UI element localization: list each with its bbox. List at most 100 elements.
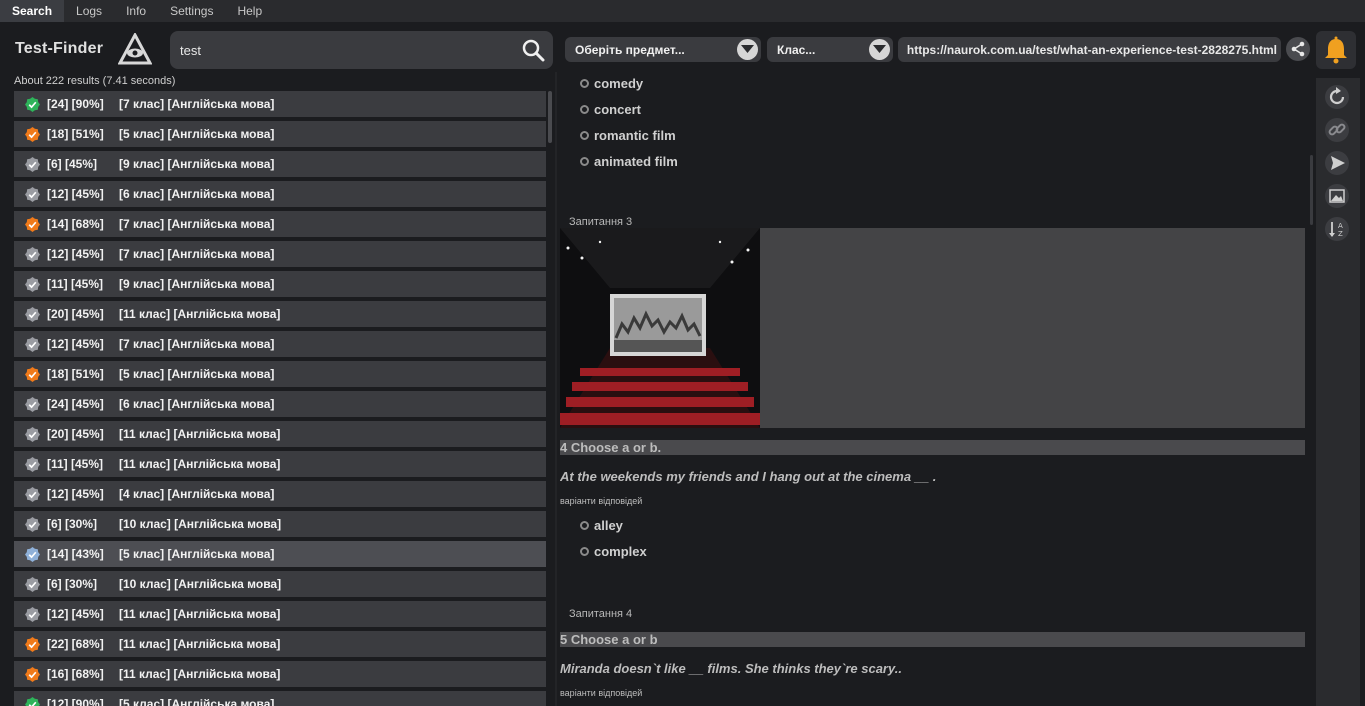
class-select[interactable]: Клас...	[767, 37, 893, 62]
menu-item-logs[interactable]: Logs	[64, 0, 114, 22]
answer-option[interactable]: comedy	[580, 76, 643, 91]
result-row[interactable]: [12] [45%] [7 клас] [Англійська мова]	[14, 241, 546, 267]
answer-option[interactable]: romantic film	[580, 128, 676, 143]
chevron-down-icon[interactable]	[737, 39, 758, 60]
answer-option[interactable]: complex	[580, 544, 647, 559]
app-title: Test-Finder	[15, 40, 104, 57]
answer-option[interactable]: animated film	[580, 154, 678, 169]
result-meta: [11] [45%]	[47, 277, 104, 291]
link-icon[interactable]	[1324, 117, 1350, 143]
result-row[interactable]: [22] [68%] [11 клас] [Англійська мова]	[14, 631, 546, 657]
result-class-subject: [10 клас] [Англійська мова]	[119, 577, 282, 591]
result-class-subject: [7 клас] [Англійська мова]	[119, 337, 275, 351]
eye-triangle-icon	[118, 33, 152, 65]
result-meta: [6] [30%]	[47, 517, 98, 531]
result-row[interactable]: [18] [51%] [5 клас] [Англійська мова]	[14, 121, 546, 147]
url-field[interactable]: https://naurok.com.ua/test/what-an-exper…	[898, 37, 1281, 62]
verified-badge-icon	[25, 367, 40, 382]
verified-badge-icon	[25, 697, 40, 706]
result-row[interactable]: [11] [45%] [9 клас] [Англійська мова]	[14, 271, 546, 297]
content-scrollbar[interactable]	[1310, 155, 1313, 225]
result-meta: [24] [90%]	[47, 97, 104, 111]
verified-badge-icon	[25, 337, 40, 352]
chevron-down-icon[interactable]	[869, 39, 890, 60]
refresh-icon[interactable]	[1324, 84, 1350, 110]
verified-badge-icon	[25, 307, 40, 322]
result-row[interactable]: [6] [30%] [10 клас] [Англійська мова]	[14, 571, 546, 597]
result-class-subject: [6 клас] [Англійська мова]	[119, 397, 275, 411]
result-meta: [14] [68%]	[47, 217, 104, 231]
radio-icon[interactable]	[580, 157, 589, 166]
radio-icon[interactable]	[580, 547, 589, 556]
question-image-area	[560, 228, 1305, 428]
result-row[interactable]: [6] [45%] [9 клас] [Англійська мова]	[14, 151, 546, 177]
result-row[interactable]: [14] [68%] [7 клас] [Англійська мова]	[14, 211, 546, 237]
menu-item-settings[interactable]: Settings	[158, 0, 225, 22]
result-meta: [20] [45%]	[47, 307, 104, 321]
answer-option[interactable]: concert	[580, 102, 641, 117]
image-icon[interactable]	[1324, 183, 1350, 209]
verified-badge-icon	[25, 577, 40, 592]
result-row[interactable]: [12] [45%] [7 клас] [Англійська мова]	[14, 331, 546, 357]
answer-option[interactable]: alley	[580, 518, 623, 533]
menu-item-search[interactable]: Search	[0, 0, 65, 22]
verified-badge-icon	[25, 607, 40, 622]
panel-divider[interactable]	[555, 72, 557, 706]
verified-badge-icon	[25, 427, 40, 442]
result-row[interactable]: [24] [45%] [6 клас] [Англійська мова]	[14, 391, 546, 417]
result-row[interactable]: [16] [68%] [11 клас] [Англійська мова]	[14, 661, 546, 687]
result-class-subject: [11 клас] [Англійська мова]	[119, 607, 281, 621]
result-row[interactable]: [24] [90%] [7 клас] [Англійська мова]	[14, 91, 546, 117]
result-row[interactable]: [6] [30%] [10 клас] [Англійська мова]	[14, 511, 546, 537]
answers-label: варіанти відповідей	[560, 496, 643, 506]
result-class-subject: [7 клас] [Англійська мова]	[119, 217, 275, 231]
subject-select[interactable]: Оберіть предмет...	[565, 37, 761, 62]
results-list: [24] [90%] [7 клас] [Англійська мова] [18]…	[14, 91, 547, 706]
result-class-subject: [11 клас] [Англійська мова]	[119, 667, 281, 681]
search-input[interactable]	[180, 41, 510, 59]
result-row[interactable]: [20] [45%] [11 клас] [Англійська мова]	[14, 421, 546, 447]
answer-option-label: romantic film	[594, 128, 676, 143]
radio-icon[interactable]	[580, 105, 589, 114]
result-row[interactable]: [20] [45%] [11 клас] [Англійська мова]	[14, 301, 546, 327]
result-row[interactable]: [18] [51%] [5 клас] [Англійська мова]	[14, 361, 546, 387]
result-class-subject: [7 клас] [Англійська мова]	[119, 97, 275, 111]
result-meta: [6] [30%]	[47, 577, 98, 591]
results-scrollbar[interactable]	[548, 91, 552, 143]
question-text: At the weekends my friends and I hang ou…	[560, 469, 937, 484]
verified-badge-icon	[25, 217, 40, 232]
result-meta: [18] [51%]	[47, 127, 104, 141]
right-toolbar: A Z	[1316, 78, 1360, 706]
result-meta: [22] [68%]	[47, 637, 104, 651]
search-icon[interactable]	[521, 38, 545, 62]
menu-item-info[interactable]: Info	[114, 0, 158, 22]
result-row[interactable]: [12] [90%] [5 клас] [Англійська мова]	[14, 691, 546, 706]
result-row[interactable]: [12] [45%] [4 клас] [Англійська мова]	[14, 481, 546, 507]
sort-az-icon[interactable]: A Z	[1324, 216, 1350, 242]
search-box	[170, 31, 553, 69]
send-icon[interactable]	[1324, 150, 1350, 176]
answer-option-label: animated film	[594, 154, 678, 169]
question-title: 4 Choose a or b.	[560, 440, 1305, 455]
svg-text:A: A	[1338, 222, 1343, 230]
result-class-subject: [9 клас] [Англійська мова]	[119, 277, 275, 291]
result-row[interactable]: [12] [45%] [6 клас] [Англійська мова]	[14, 181, 546, 207]
notifications-button[interactable]	[1316, 31, 1356, 69]
result-row[interactable]: [12] [45%] [11 клас] [Англійська мова]	[14, 601, 546, 627]
result-row[interactable]: [11] [45%] [11 клас] [Англійська мова]	[14, 451, 546, 477]
test-content: comedy concert romantic film animated fi…	[560, 72, 1312, 706]
svg-text:Z: Z	[1338, 230, 1343, 238]
menu-item-help[interactable]: Help	[225, 0, 274, 22]
radio-icon[interactable]	[580, 521, 589, 530]
result-row[interactable]: [14] [43%] [5 клас] [Англійська мова]	[14, 541, 546, 567]
share-icon	[1291, 41, 1305, 57]
verified-badge-icon	[25, 277, 40, 292]
verified-badge-icon	[25, 457, 40, 472]
share-button[interactable]	[1286, 37, 1310, 61]
question-number-label: Запитання 4	[569, 608, 633, 620]
answers-label: варіанти відповідей	[560, 688, 643, 698]
radio-icon[interactable]	[580, 131, 589, 140]
radio-icon[interactable]	[580, 79, 589, 88]
result-meta: [24] [45%]	[47, 397, 104, 411]
result-meta: [12] [45%]	[47, 337, 104, 351]
